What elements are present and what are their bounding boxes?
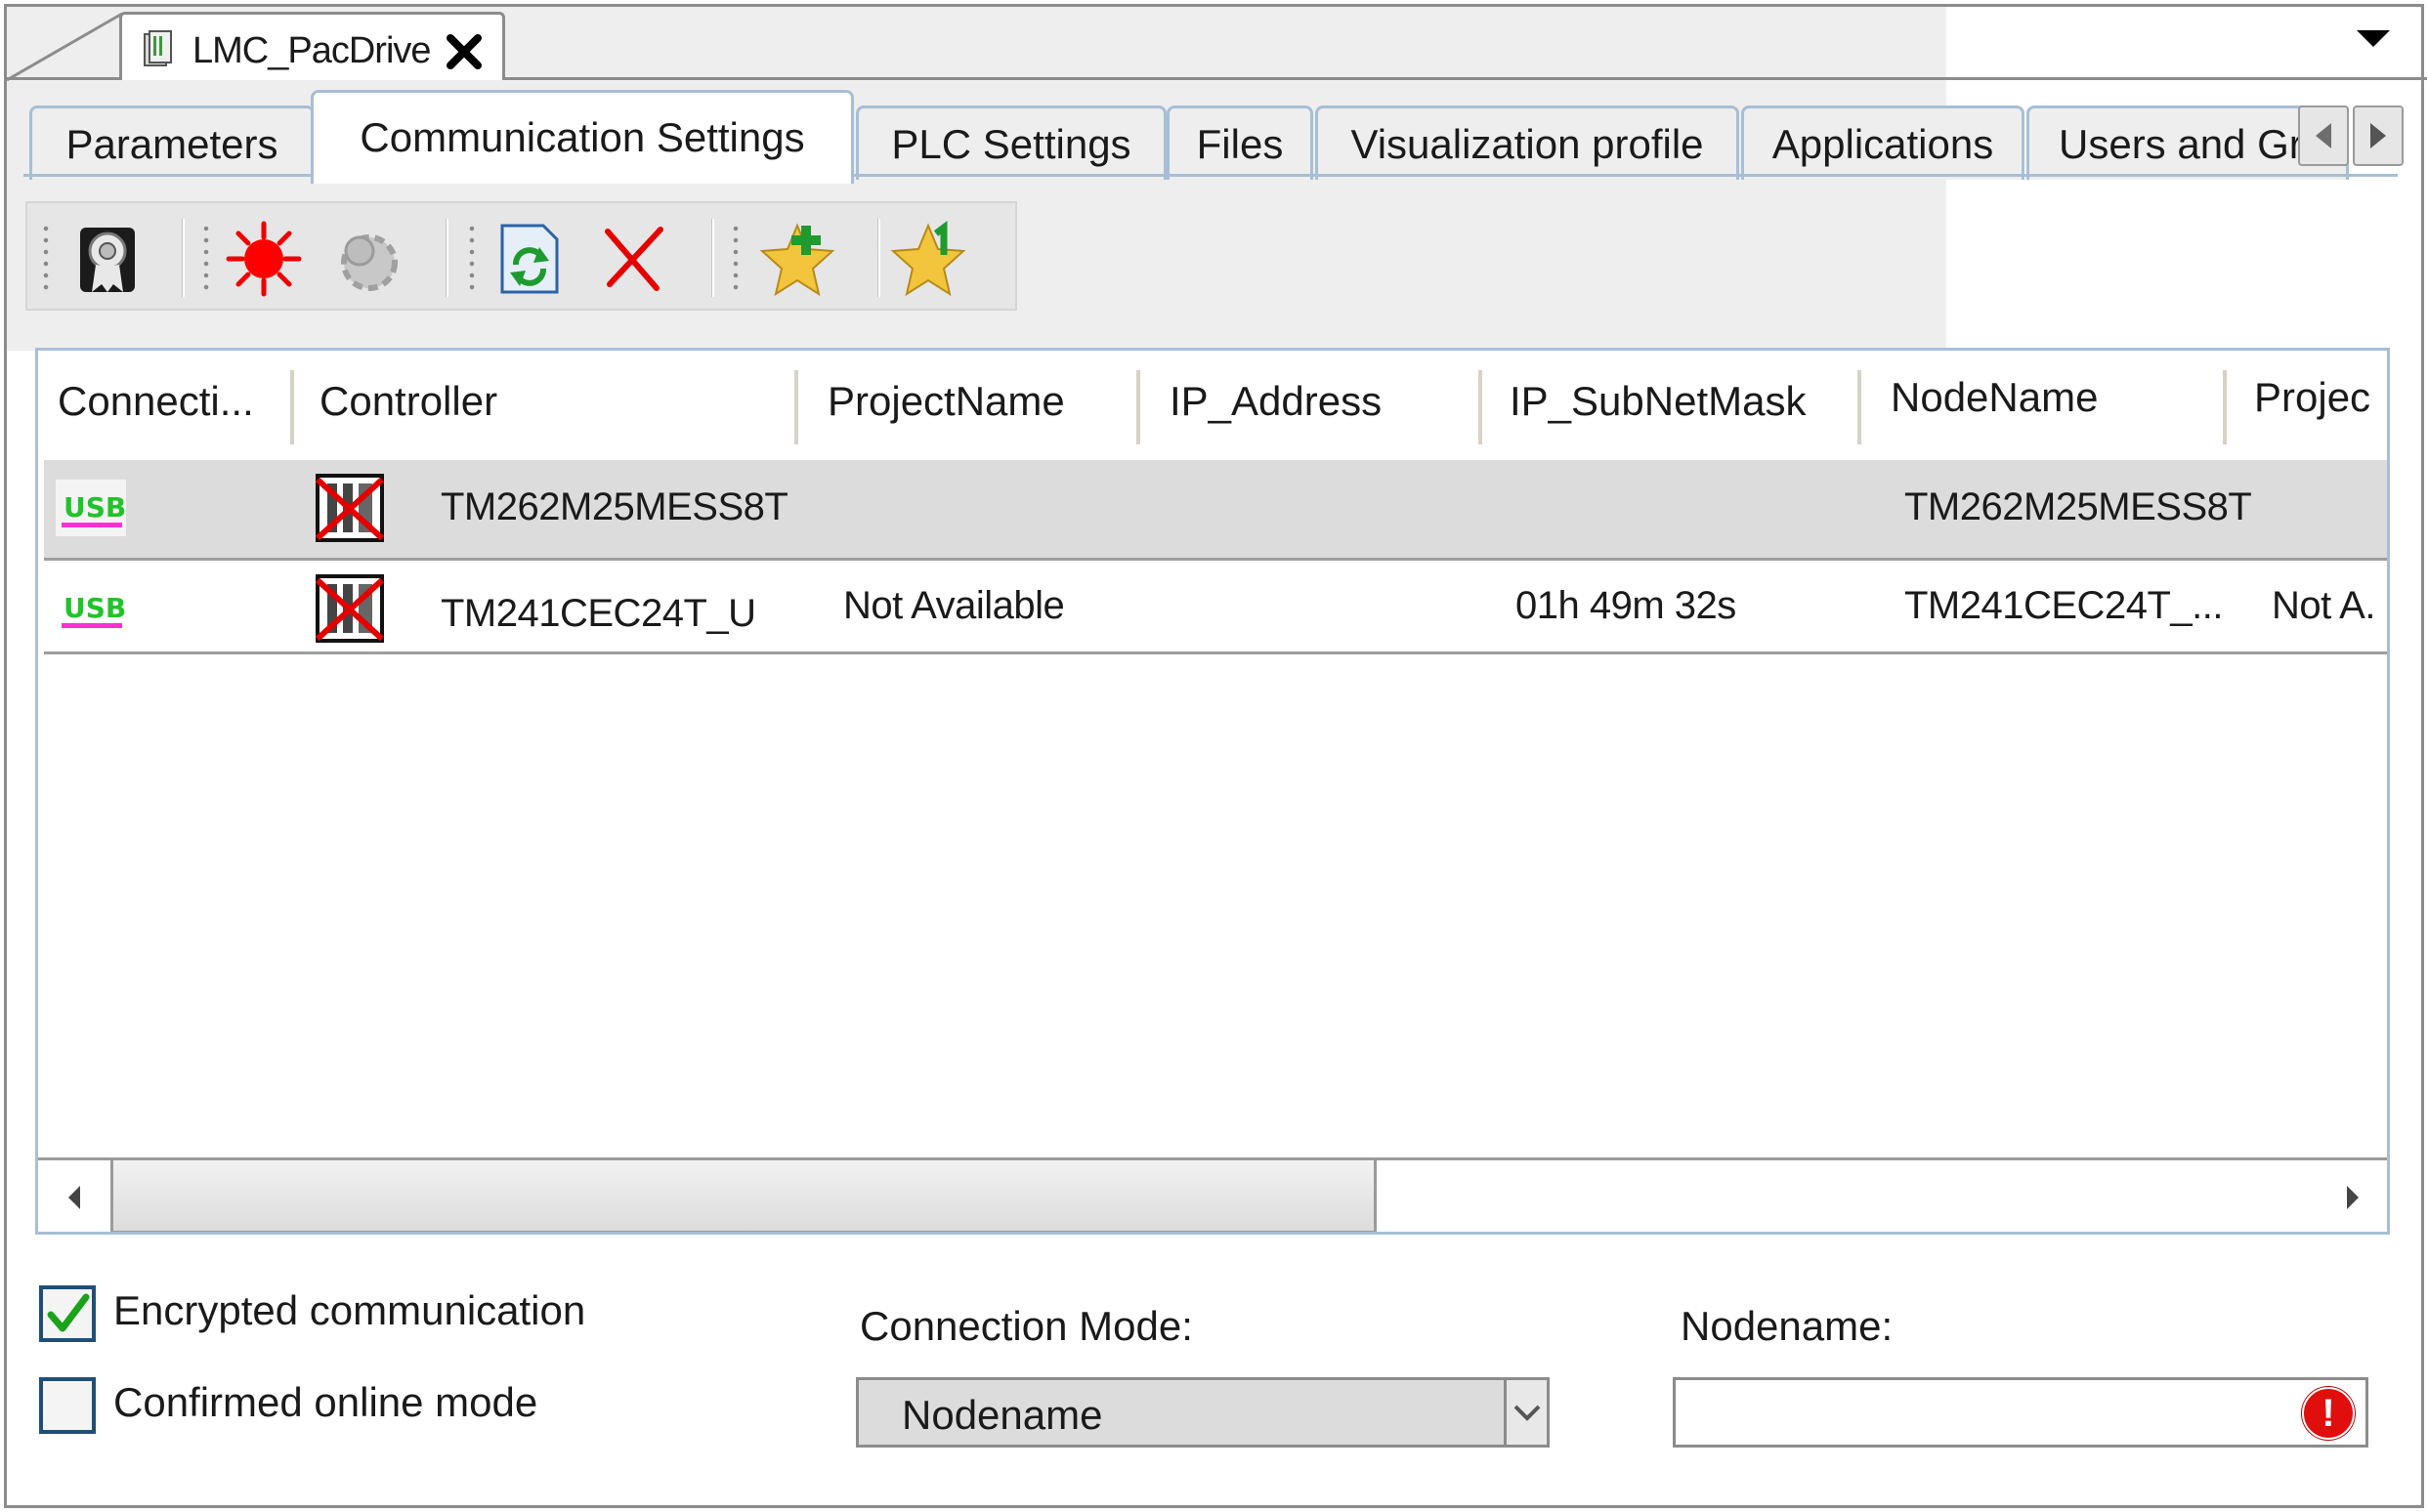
column-separator[interactable] bbox=[1857, 370, 1861, 444]
connection-mode-value: Nodename bbox=[902, 1392, 1103, 1438]
confirmed-online-mode-label[interactable]: Confirmed online mode bbox=[113, 1379, 537, 1426]
tab-label: Visualization profile bbox=[1350, 120, 1704, 167]
column-header-ip-subnet-mask[interactable]: IP_SubNetMask bbox=[1510, 378, 1867, 425]
grid-header: Connecti... Controller ProjectName IP_Ad… bbox=[38, 351, 2387, 460]
tab-list-dropdown-icon[interactable] bbox=[2357, 30, 2390, 47]
column-header-connection[interactable]: Connecti... bbox=[58, 378, 304, 425]
flash-button[interactable] bbox=[223, 221, 305, 297]
cell-controller: TM262M25MESS8T bbox=[441, 485, 788, 528]
column-header-ip-address[interactable]: IP_Address bbox=[1170, 378, 1492, 425]
scroll-left-button[interactable] bbox=[38, 1160, 110, 1232]
toolbar-grip[interactable] bbox=[203, 223, 209, 293]
cell-node-name: TM241CEC24T_... bbox=[1904, 584, 2223, 627]
tab-label: Communication Settings bbox=[360, 114, 805, 160]
cell-node-name: TM262M25MESS8T bbox=[1904, 485, 2252, 528]
connection-mode-select[interactable]: Nodename bbox=[856, 1377, 1550, 1448]
toolbar-separator bbox=[877, 219, 880, 297]
close-icon[interactable] bbox=[445, 32, 484, 71]
horizontal-scrollbar[interactable] bbox=[38, 1157, 2387, 1232]
arrow-left-icon bbox=[2316, 123, 2331, 148]
tab-slope bbox=[7, 12, 123, 82]
settings-button[interactable] bbox=[326, 221, 408, 297]
encrypted-communication-label[interactable]: Encrypted communication bbox=[113, 1287, 585, 1334]
tab-label: Parameters bbox=[65, 120, 278, 167]
tab-label: Applications bbox=[1771, 120, 1994, 167]
toolbar-grip[interactable] bbox=[469, 223, 475, 293]
settings-tab-bar: Parameters Communication Settings PLC Se… bbox=[23, 90, 2398, 184]
add-favorite-icon bbox=[759, 223, 835, 297]
toolbar-grip[interactable] bbox=[43, 223, 49, 293]
document-tab[interactable]: LMC_PacDrive bbox=[119, 12, 505, 80]
device-icon bbox=[144, 30, 172, 66]
toolbar-separator bbox=[446, 219, 448, 297]
certificate-button[interactable] bbox=[66, 221, 149, 297]
column-header-node-name[interactable]: NodeName bbox=[1891, 374, 2223, 421]
controller-disconnected-icon bbox=[315, 474, 385, 542]
error-icon: ! bbox=[2302, 1387, 2355, 1440]
favorite-list-button[interactable] bbox=[887, 221, 969, 297]
encrypted-communication-checkbox[interactable] bbox=[39, 1285, 96, 1342]
cell-project: Not A. bbox=[2272, 584, 2375, 627]
tab-label: Users and Gr bbox=[2059, 120, 2303, 167]
tab-label: Files bbox=[1196, 120, 1284, 167]
arrow-right-icon bbox=[2347, 1185, 2359, 1209]
flash-icon bbox=[226, 221, 302, 297]
usb-icon-glyph: USB bbox=[64, 491, 126, 524]
document-tab-title: LMC_PacDrive bbox=[192, 30, 432, 71]
column-header-project[interactable]: Projec bbox=[2254, 374, 2387, 421]
tab-visualization-profile[interactable]: Visualization profile bbox=[1315, 105, 1739, 180]
delete-icon bbox=[605, 227, 663, 291]
scroll-right-button[interactable] bbox=[2317, 1160, 2387, 1232]
column-separator[interactable] bbox=[2223, 370, 2227, 444]
controller-disconnected-icon bbox=[315, 574, 385, 643]
usb-icon: USB bbox=[56, 480, 126, 536]
delete-button[interactable] bbox=[592, 221, 674, 297]
chevron-down-icon bbox=[1513, 1405, 1540, 1421]
table-row[interactable]: USB TM262M25MESS8T TM262M25MESS8T bbox=[44, 460, 2387, 558]
toolbar-grip[interactable] bbox=[733, 223, 739, 293]
column-separator[interactable] bbox=[1478, 370, 1482, 444]
add-favorite-button[interactable] bbox=[756, 221, 838, 297]
tab-plc-settings[interactable]: PLC Settings bbox=[856, 105, 1167, 180]
refresh-icon bbox=[500, 224, 559, 294]
cell-controller: TM241CEC24T_U bbox=[441, 592, 756, 635]
nodename-input[interactable] bbox=[1673, 1377, 2368, 1448]
tab-scroll-left-button[interactable] bbox=[2298, 105, 2349, 166]
tab-label: PLC Settings bbox=[891, 120, 1131, 167]
scrollbar-thumb[interactable] bbox=[110, 1160, 1377, 1232]
toolbar bbox=[25, 201, 1017, 311]
tab-parameters[interactable]: Parameters bbox=[29, 105, 315, 180]
table-row[interactable]: USB TM241CEC24T_U Not Available 01h 49m … bbox=[44, 561, 2387, 658]
connection-mode-dropdown-button[interactable] bbox=[1504, 1380, 1547, 1445]
tab-files[interactable]: Files bbox=[1167, 105, 1313, 180]
toolbar-separator bbox=[711, 219, 714, 297]
tab-communication-settings[interactable]: Communication Settings bbox=[311, 90, 854, 184]
cell-project-name: Not Available bbox=[843, 584, 1065, 627]
usb-icon: USB bbox=[62, 592, 126, 628]
arrow-right-icon bbox=[2370, 123, 2386, 148]
certificate-icon bbox=[80, 228, 135, 292]
controller-grid: Connecti... Controller ProjectName IP_Ad… bbox=[35, 348, 2390, 1235]
tab-scroll-right-button[interactable] bbox=[2353, 105, 2404, 166]
usb-icon-glyph: USB bbox=[64, 592, 126, 624]
checkmark-icon bbox=[47, 1293, 90, 1332]
favorite-list-icon bbox=[890, 221, 966, 297]
connection-mode-label: Connection Mode: bbox=[860, 1303, 1193, 1349]
arrow-left-icon bbox=[68, 1185, 80, 1209]
column-separator[interactable] bbox=[290, 370, 294, 444]
gear-icon bbox=[341, 234, 398, 291]
toolbar-separator bbox=[182, 219, 185, 297]
confirmed-online-mode-checkbox[interactable] bbox=[39, 1377, 96, 1434]
column-separator[interactable] bbox=[794, 370, 798, 444]
nodename-label: Nodename: bbox=[1681, 1303, 1894, 1349]
column-header-project-name[interactable]: ProjectName bbox=[828, 378, 1150, 425]
tab-scroll-buttons bbox=[2298, 105, 2406, 168]
cell-ip-subnet-mask: 01h 49m 32s bbox=[1515, 584, 1736, 627]
tab-applications[interactable]: Applications bbox=[1741, 105, 2024, 180]
column-header-controller[interactable]: Controller bbox=[319, 378, 808, 425]
row-divider bbox=[44, 651, 2387, 654]
column-separator[interactable] bbox=[1136, 370, 1140, 444]
refresh-button[interactable] bbox=[489, 221, 571, 297]
